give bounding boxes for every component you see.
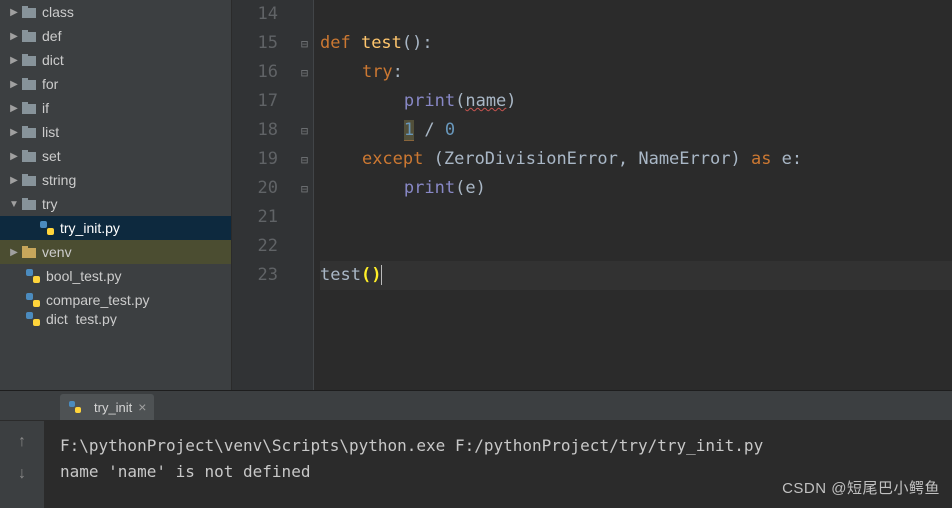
chevron-right-icon: ▶	[8, 151, 20, 162]
chevron-right-icon: ▶	[8, 175, 20, 186]
folder-if[interactable]: ▶if	[0, 96, 231, 120]
code-line	[320, 0, 952, 29]
python-file-icon	[26, 312, 40, 326]
folder-string[interactable]: ▶string	[0, 168, 231, 192]
code-line: try:	[320, 58, 952, 87]
chevron-down-icon: ▼	[8, 199, 20, 210]
chevron-right-icon: ▶	[8, 103, 20, 114]
chevron-right-icon: ▶	[8, 7, 20, 18]
file-try-init-py[interactable]: try_init.py	[0, 216, 231, 240]
folder-for[interactable]: ▶for	[0, 72, 231, 96]
fold-icon[interactable]: ⊟	[296, 145, 313, 174]
folder-class[interactable]: ▶class	[0, 0, 231, 24]
folder-try[interactable]: ▼try	[0, 192, 231, 216]
run-toolbar[interactable]: ↑ ↓	[0, 421, 44, 508]
code-line: except (ZeroDivisionError, NameError) as…	[320, 145, 952, 174]
folder-icon	[22, 54, 36, 66]
chevron-right-icon: ▶	[8, 79, 20, 90]
file-compare-test-py[interactable]: compare_test.py	[0, 288, 231, 312]
folder-list[interactable]: ▶list	[0, 120, 231, 144]
fold-end-icon[interactable]: ⊟	[296, 116, 313, 145]
python-file-icon	[26, 293, 40, 307]
project-tree[interactable]: ▶class ▶def ▶dict ▶for ▶if ▶list ▶set ▶s…	[0, 0, 232, 390]
run-tab-bar[interactable]: try_init ×	[0, 391, 952, 421]
library-folder-icon	[22, 246, 36, 258]
fold-icon[interactable]: ⊟	[296, 29, 313, 58]
chevron-right-icon: ▶	[8, 127, 20, 138]
run-tab-label: try_init	[94, 400, 132, 415]
folder-icon	[22, 78, 36, 90]
file-dict-test-py[interactable]: dict_test.py	[0, 312, 231, 326]
code-line	[320, 203, 952, 232]
run-tab-try-init[interactable]: try_init ×	[60, 394, 154, 420]
fold-column[interactable]: ⊟⊟⊟⊟⊟	[296, 0, 314, 390]
folder-set[interactable]: ▶set	[0, 144, 231, 168]
close-icon[interactable]: ×	[138, 399, 146, 415]
down-arrow-icon[interactable]: ↓	[18, 465, 26, 483]
python-file-icon	[68, 400, 82, 414]
folder-def[interactable]: ▶def	[0, 24, 231, 48]
code-line: 1 / 0	[320, 116, 952, 145]
python-file-icon	[40, 221, 54, 235]
code-editor[interactable]: 14151617181920212223 ⊟⊟⊟⊟⊟ def test(): t…	[232, 0, 952, 390]
caret-icon	[381, 265, 382, 285]
fold-icon[interactable]: ⊟	[296, 58, 313, 87]
code-line: def test():	[320, 29, 952, 58]
folder-icon	[22, 174, 36, 186]
chevron-right-icon: ▶	[8, 31, 20, 42]
code-line: test()	[320, 261, 952, 290]
folder-icon	[22, 198, 36, 210]
code-line	[320, 232, 952, 261]
folder-icon	[22, 102, 36, 114]
python-file-icon	[26, 269, 40, 283]
folder-venv[interactable]: ▶venv	[0, 240, 231, 264]
line-number-gutter: 14151617181920212223	[232, 0, 296, 390]
folder-icon	[22, 6, 36, 18]
folder-icon	[22, 150, 36, 162]
watermark-text: CSDN @短尾巴小鳄鱼	[782, 477, 940, 498]
up-arrow-icon[interactable]: ↑	[18, 433, 26, 451]
file-bool-test-py[interactable]: bool_test.py	[0, 264, 231, 288]
code-line: print(name)	[320, 87, 952, 116]
code-area[interactable]: def test(): try: print(name) 1 / 0 excep…	[314, 0, 952, 390]
folder-icon	[22, 126, 36, 138]
folder-dict[interactable]: ▶dict	[0, 48, 231, 72]
code-line: print(e)	[320, 174, 952, 203]
chevron-right-icon: ▶	[8, 55, 20, 66]
folder-icon	[22, 30, 36, 42]
chevron-right-icon: ▶	[8, 247, 20, 258]
fold-end-icon[interactable]: ⊟	[296, 174, 313, 203]
